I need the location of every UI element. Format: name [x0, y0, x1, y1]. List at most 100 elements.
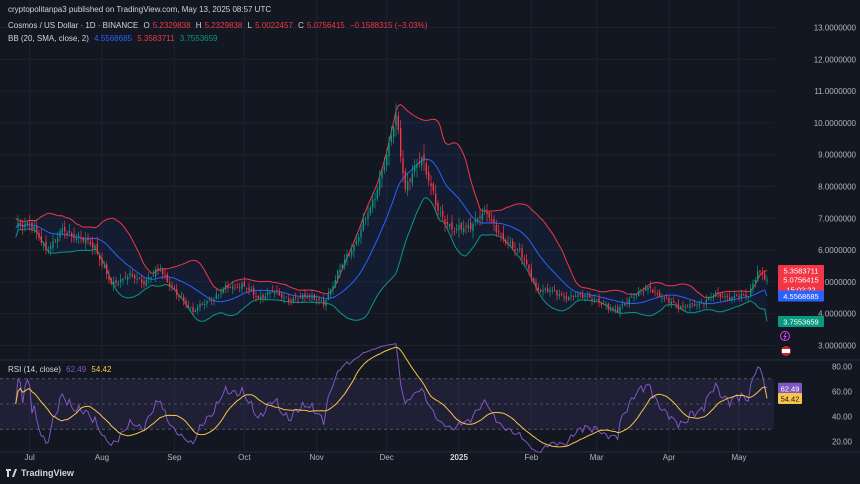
candle-body [472, 223, 474, 232]
candle-body [551, 289, 553, 291]
candle-body [187, 304, 189, 308]
candle-body [229, 287, 231, 289]
candle-body [311, 295, 313, 299]
rsi-value: 62.49 [66, 365, 87, 374]
candle-body [64, 226, 66, 232]
candle-body [68, 231, 70, 233]
candle-body [271, 290, 273, 293]
candle-body [80, 237, 82, 239]
price-chart[interactable]: 13.0000000 12.0000000 11.0000000 10.0000000… [0, 0, 860, 484]
candle-body [649, 286, 651, 288]
candle-body [29, 222, 31, 224]
rsi-legend[interactable]: RSI (14, close) 62.49 54.42 [8, 365, 114, 374]
candle-body [598, 298, 600, 303]
candle-body [38, 232, 40, 238]
candle-body [17, 222, 19, 228]
close-value: 5.0756415 [306, 21, 345, 30]
price-axis-label: 10.0000000 [814, 119, 857, 128]
candle-body [402, 158, 404, 173]
candle-body [738, 296, 740, 298]
candle-body [122, 278, 124, 281]
candle-body [353, 244, 355, 252]
candle-body [255, 296, 257, 298]
candle-body [437, 202, 439, 212]
time-axis-label: 2025 [450, 453, 468, 462]
candle-body [691, 303, 693, 304]
candle-body [633, 297, 635, 298]
candle-body [26, 222, 28, 224]
candle-body [526, 259, 528, 265]
candle-body [537, 287, 539, 291]
candle-body [185, 300, 187, 305]
candle-body [586, 296, 588, 297]
candle-body [673, 300, 675, 303]
candle-body [621, 304, 623, 306]
candle-body [92, 242, 94, 249]
candle-body [409, 179, 411, 182]
candle-body [173, 287, 175, 290]
lightning-bolt [783, 332, 787, 340]
candle-body [689, 303, 691, 308]
candle-body [246, 287, 248, 289]
high-value: 5.2329838 [204, 21, 243, 30]
candle-body [523, 258, 525, 261]
candle-body [491, 219, 493, 221]
candle-body [241, 283, 243, 289]
candle-body [395, 114, 397, 126]
candle-body [131, 274, 133, 277]
candle-body [722, 296, 724, 298]
candle-body [416, 163, 418, 168]
candle-body [192, 307, 194, 312]
candle-body [99, 255, 101, 260]
candle-body [761, 272, 763, 275]
candle-body [619, 306, 621, 314]
candle-body [500, 233, 502, 235]
candle-body [127, 276, 129, 280]
candle-body [383, 166, 385, 171]
candle-body [250, 289, 252, 292]
tradingview-brand: TradingView [21, 468, 74, 478]
candle-body [509, 242, 511, 244]
candle-body [36, 226, 38, 233]
candle-body [227, 285, 229, 289]
candle-body [435, 193, 437, 206]
bb-legend[interactable]: BB (20, SMA, close, 2) 4.5568685 5.35837… [8, 34, 221, 43]
candle-body [484, 209, 486, 212]
candle-body [162, 268, 164, 275]
candle-body [332, 286, 334, 290]
candle-body [467, 225, 469, 229]
candle-body [171, 285, 173, 288]
candle-body [40, 236, 42, 243]
candle-body [31, 222, 33, 230]
candle-body [600, 303, 602, 305]
candle-body [710, 296, 712, 298]
candle-body [617, 307, 619, 312]
candle-body [101, 258, 103, 266]
candle-body [638, 291, 640, 297]
candle-body [663, 297, 665, 298]
candle-body [456, 228, 458, 230]
candle-body [439, 212, 441, 214]
candle-body [698, 303, 700, 306]
candle-body [740, 294, 742, 297]
tradingview-logo[interactable]: TradingView [6, 468, 74, 478]
candle-body [367, 213, 369, 219]
candle-body [253, 287, 255, 295]
candle-body [486, 211, 488, 214]
candle-body [694, 304, 696, 306]
candle-body [719, 293, 721, 297]
candle-body [724, 296, 726, 298]
candle-body [129, 273, 131, 276]
candle-body [759, 270, 761, 272]
symbol-name[interactable]: Cosmos / US Dollar · 1D · BINANCE [8, 21, 138, 30]
candle-body [330, 290, 332, 295]
candle-body [85, 239, 87, 243]
rsi-ma-tag: 54.42 [781, 394, 800, 403]
candle-body [675, 303, 677, 305]
candle-body [684, 307, 686, 309]
bb-basis-value: 4.5568685 [94, 34, 132, 43]
candle-body [323, 299, 325, 306]
candle-body [190, 307, 192, 308]
candle-body [516, 248, 518, 250]
candle-body [45, 241, 47, 251]
